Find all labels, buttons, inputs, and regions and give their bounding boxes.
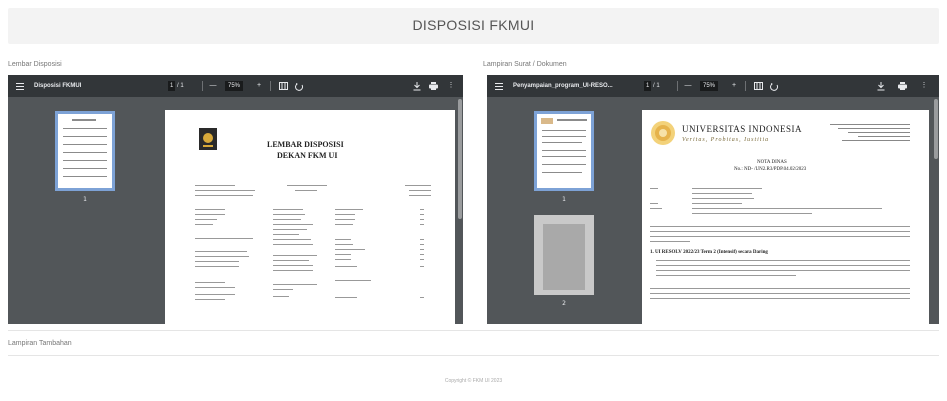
scrollbar-thumb[interactable]	[934, 99, 938, 159]
page-header: DISPOSISI FKMUI	[8, 8, 939, 44]
footer-copyright: Copyright © FKM UI 2023	[444, 378, 503, 384]
vertical-scrollbar[interactable]	[933, 97, 939, 324]
makara-logo	[651, 121, 675, 145]
doc-nomor: No.: ND- /UN2.R3/PDP.04.02/2023	[734, 167, 807, 172]
zoom-out-button[interactable]: —	[208, 75, 218, 97]
zoom-in-button[interactable]: +	[254, 75, 264, 97]
vertical-scrollbar[interactable]	[457, 97, 463, 324]
pdf-toolbar: Penyampaian_program_UI-RESO... 1 / 1 — 7…	[487, 75, 939, 97]
ui-seal-logo	[199, 128, 217, 150]
pdf-page: UNIVERSITAS INDONESIA Veritas, Probitas,…	[642, 110, 929, 324]
doc-section-heading: 1. UI RESOLV 2022/23 Term 2 (Intensif) s…	[650, 250, 768, 255]
lampiran-surat-label: Lampiran Surat / Dokumen	[483, 61, 567, 68]
doc-motto: Veritas, Probitas, Iustitia	[682, 137, 770, 143]
download-icon[interactable]	[412, 75, 422, 97]
pdf-viewer-lampiran[interactable]: Penyampaian_program_UI-RESO... 1 / 1 — 7…	[487, 75, 939, 324]
rotate-icon[interactable]	[294, 75, 304, 97]
thumbnail-page-number: 1	[83, 196, 87, 203]
page-number-input[interactable]: 1	[168, 81, 176, 91]
page-number-input[interactable]: 1	[644, 81, 652, 91]
more-vert-icon[interactable]: ⋮	[919, 75, 929, 97]
lampiran-tambahan-label: Lampiran Tambahan	[8, 340, 72, 347]
print-icon[interactable]	[897, 75, 907, 97]
zoom-level[interactable]: 75%	[225, 75, 244, 97]
doc-heading-dekan: DEKAN FKM UI	[277, 151, 338, 160]
lembar-disposisi-label: Lembar Disposisi	[8, 61, 62, 68]
toolbar-divider	[270, 81, 271, 91]
thumbnail-sidebar: 1 2	[487, 97, 607, 324]
fit-page-icon[interactable]	[753, 75, 763, 97]
page-thumbnail[interactable]	[534, 215, 594, 295]
section-divider	[8, 330, 939, 331]
scrollbar-thumb[interactable]	[458, 99, 462, 219]
pdf-title: Disposisi FKMUI	[34, 83, 82, 89]
toolbar-divider	[677, 81, 678, 91]
toolbar-divider	[202, 81, 203, 91]
zoom-level[interactable]: 75%	[700, 75, 719, 97]
page-thumbnail[interactable]	[534, 111, 594, 191]
page-indicator: 1 / 1	[644, 75, 660, 97]
download-icon[interactable]	[876, 75, 886, 97]
pdf-title: Penyampaian_program_UI-RESO...	[513, 83, 613, 89]
doc-university-name: UNIVERSITAS INDONESIA	[682, 124, 803, 134]
fit-page-icon[interactable]	[278, 75, 288, 97]
rotate-icon[interactable]	[769, 75, 779, 97]
pdf-page: LEMBAR DISPOSISI DEKAN FKM UI	[165, 110, 455, 324]
more-vert-icon[interactable]: ⋮	[446, 75, 456, 97]
page-thumbnail[interactable]	[55, 111, 115, 191]
page-indicator: 1 / 1	[168, 75, 184, 97]
menu-icon[interactable]	[495, 75, 505, 97]
print-icon[interactable]	[428, 75, 438, 97]
pdf-toolbar: Disposisi FKMUI 1 / 1 — 75% + ⋮	[8, 75, 463, 97]
pdf-viewer-disposisi[interactable]: Disposisi FKMUI 1 / 1 — 75% + ⋮ 1 LEMBAR…	[8, 75, 463, 324]
zoom-in-button[interactable]: +	[729, 75, 739, 97]
section-divider	[8, 355, 939, 356]
menu-icon[interactable]	[16, 75, 26, 97]
doc-heading-lembar: LEMBAR DISPOSISI	[267, 140, 344, 149]
thumbnail-page-number: 1	[562, 196, 566, 203]
page-title: DISPOSISI FKMUI	[412, 17, 535, 33]
toolbar-divider	[745, 81, 746, 91]
zoom-out-button[interactable]: —	[683, 75, 693, 97]
thumbnail-sidebar: 1	[8, 97, 128, 324]
thumbnail-page-number: 2	[562, 300, 566, 307]
doc-nota-dinas: NOTA DINAS	[757, 160, 787, 165]
page-total: / 1	[653, 83, 660, 89]
page-total: / 1	[177, 83, 184, 89]
